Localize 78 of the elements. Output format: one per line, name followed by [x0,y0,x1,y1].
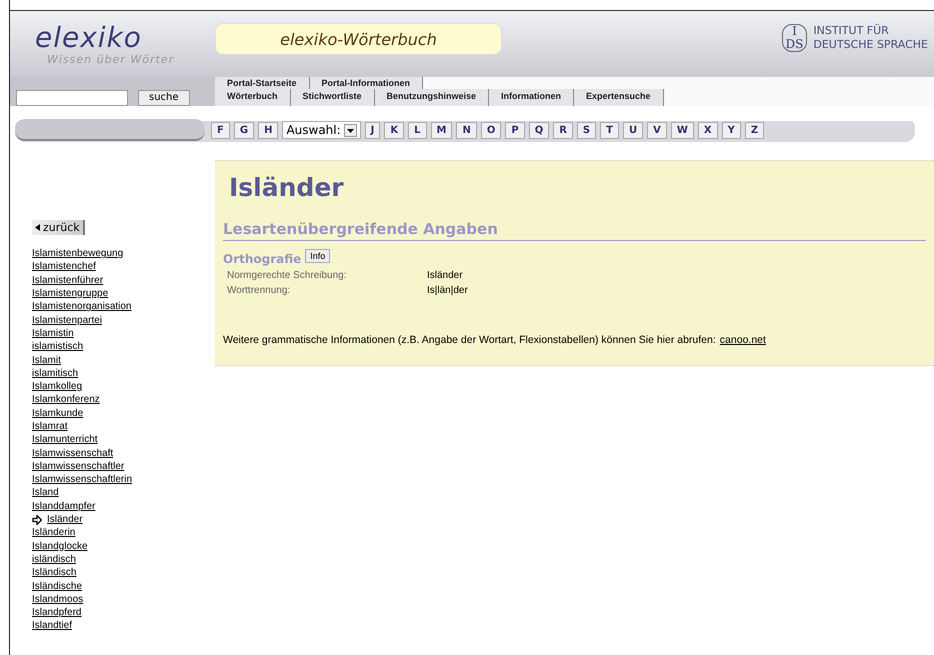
section-heading: Lesartenübergreifende Angaben [223,220,926,241]
letter-button[interactable]: Y [722,122,741,138]
word-link[interactable]: Islamistengruppe [32,288,108,300]
portal-tab[interactable]: Portal-Startseite [215,77,310,89]
word-link[interactable]: Islamistin [32,328,74,339]
triangle-icon [35,224,40,231]
word-link[interactable]: islamistisch [32,341,84,352]
logo-wordmark: elexiko [35,22,143,52]
word-link[interactable]: Islamistenchef [32,261,96,272]
letter-button[interactable]: H [258,122,278,138]
letter-button[interactable]: U [622,122,644,138]
letter-button[interactable]: J [364,122,380,138]
word-link[interactable]: Islanddampfer [32,500,96,512]
institute-name: INSTITUT FÜR [813,24,890,38]
word-link[interactable]: Islamistenorganisation [32,301,132,312]
banner-title: elexiko-Wörterbuch [280,30,437,48]
word-link[interactable]: Islandtief [32,620,72,632]
letter-button[interactable]: O [480,122,502,138]
word-link[interactable]: Islandglocke [32,540,88,552]
word-link[interactable]: Islamit [32,354,61,366]
letter-button[interactable]: W [670,122,694,138]
letter-button[interactable]: M [430,122,452,138]
word-link[interactable]: Islamunterricht [32,434,98,446]
nav-tab[interactable]: Informationen [489,89,574,106]
word-link[interactable]: Islandmoos [32,594,84,605]
word-link[interactable]: Isländisch [32,567,76,578]
subsection-heading: Orthografie [223,252,302,266]
letter-button[interactable]: Q [528,122,550,138]
word-link[interactable]: Islandpferd [32,607,82,618]
word-link[interactable]: Isländische [32,580,82,592]
word-link[interactable]: Islamistenpartei [32,314,102,326]
word-link[interactable]: Isländerin [32,527,76,538]
headword: Isländer [228,173,345,202]
institute-name: DEUTSCHE SPRACHE [813,38,928,52]
search-field[interactable] [16,90,128,106]
note-text: Weitere grammatische Informationen (z.B. Angabe der Wortart, Flexionstabellen) können Sie hier abrufen: [223,334,716,346]
field-label: Worttrennung: [227,285,292,296]
word-link[interactable]: isländisch [32,554,76,565]
word-link[interactable]: Islamrat [32,421,68,432]
letter-button[interactable]: L [408,122,427,138]
word-link[interactable]: Isländer [47,514,83,526]
search-button[interactable]: suche [138,90,190,106]
word-link[interactable]: Island [32,487,59,498]
word-link[interactable]: islamitisch [32,368,78,379]
canoo-link[interactable]: canoo.net [720,334,766,346]
portal-tab[interactable]: Portal-Informationen [310,77,424,89]
nav-tab[interactable]: Stichwortliste [290,89,375,106]
nav-tab[interactable]: Benutzungshinweise [374,89,490,106]
word-link[interactable]: Islamkonferenz [32,394,100,406]
word-link[interactable]: Islamkolleg [32,381,82,392]
logo-tagline: Wissen über Wörter [47,52,176,66]
letter-button[interactable]: P [505,122,525,138]
letter-button[interactable]: R [553,122,573,138]
letter-button[interactable]: F [211,122,230,138]
letter-button[interactable]: Z [744,122,764,138]
field-value: Is|län|der [427,285,468,296]
letter-button[interactable]: N [456,122,477,138]
nav-tab[interactable]: Expertensuche [574,89,664,106]
field-label: Normgerechte Schreibung: [227,270,348,281]
word-link[interactable]: Islamistenbewegung [32,248,124,260]
word-link[interactable]: Islamwissenschaftler [32,460,124,472]
word-link[interactable]: Islamwissenschaft [32,448,114,459]
back-button[interactable]: zurück [32,220,85,235]
letter-button[interactable]: T [600,122,619,138]
info-button[interactable]: Info [305,249,330,263]
letter-button[interactable]: G [234,122,254,138]
dropdown-icon [344,124,357,136]
letter-button[interactable]: X [698,122,718,138]
letter-select[interactable]: Auswahl: [282,121,361,139]
nav-tab[interactable]: Wörterbuch [215,89,290,106]
letter-button[interactable]: S [576,122,596,138]
word-link[interactable]: Islamistenführer [32,274,104,286]
institute-emblem: I DS [782,24,808,52]
word-link[interactable]: Islamkunde [32,408,84,419]
word-link[interactable]: Islamwissenschaftlerin [32,474,132,486]
letter-button[interactable]: V [647,122,667,138]
field-value: Isländer [427,270,463,281]
letter-button[interactable]: K [384,122,404,138]
